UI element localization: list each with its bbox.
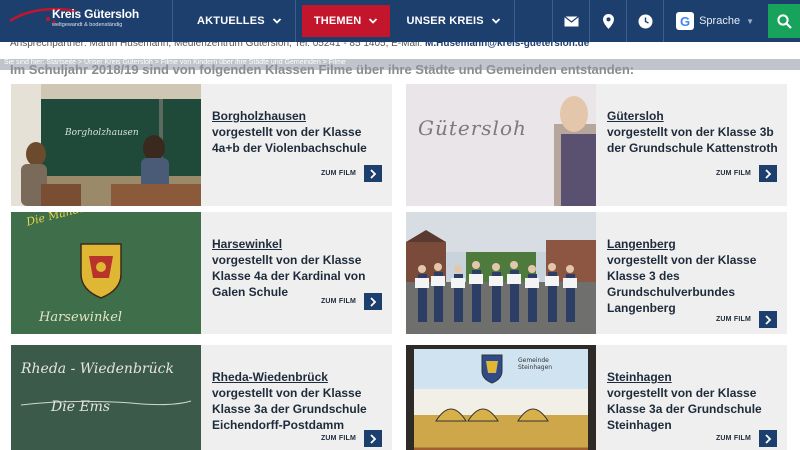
card-description: vorgestellt von der Klasse 4a+b der Viol… — [212, 125, 367, 155]
zum-film-link[interactable]: ZUM FILM — [321, 430, 382, 447]
card-title-link[interactable]: Rheda-Wiedenbrück — [212, 369, 384, 385]
opening-hours-button[interactable] — [626, 0, 663, 42]
search-button[interactable] — [768, 4, 800, 38]
card-title-link[interactable]: Gütersloh — [607, 108, 779, 124]
chevron-right-icon — [364, 430, 382, 447]
logo-title: Kreis Gütersloh — [52, 7, 140, 21]
card-body: Borgholzhausen vorgestellt von der Klass… — [212, 108, 384, 156]
film-card: Die Mähdrescherstadt Harsewinkel Harsewi… — [11, 212, 392, 334]
zum-film-label: ZUM FILM — [715, 316, 751, 323]
logo-subtitle: weltgewandt & bodenständig — [52, 22, 123, 28]
card-body: Rheda-Wiedenbrück vorgestellt von der Kl… — [212, 369, 384, 433]
chevron-right-icon — [364, 165, 382, 182]
nav-label: THEMEN — [313, 15, 362, 27]
language-selector[interactable]: G Sprache ▼ — [663, 0, 768, 42]
thumbnail-chalk-text: Borgholzhausen — [65, 128, 139, 138]
film-card: Rheda - Wiedenbrück Die Ems Rheda-Wieden… — [11, 345, 392, 450]
zum-film-label: ZUM FILM — [715, 435, 751, 442]
nav-label: UNSER KREIS — [406, 15, 484, 27]
film-card: Borgholzhausen Borgholzhausen vorgestell… — [11, 84, 392, 206]
zum-film-link[interactable]: ZUM FILM — [716, 165, 777, 182]
zum-film-label: ZUM FILM — [320, 435, 356, 442]
zum-film-link[interactable]: ZUM FILM — [321, 165, 382, 182]
film-thumbnail[interactable]: Die Mähdrescherstadt Harsewinkel — [11, 212, 201, 334]
film-card: Gütersloh Gütersloh vorgestellt von der … — [406, 84, 787, 206]
card-body: Langenberg vorgestellt von der Klasse Kl… — [607, 236, 779, 316]
film-thumbnail[interactable] — [406, 212, 596, 334]
clock-icon — [638, 14, 653, 28]
chevron-down-icon — [369, 18, 378, 24]
film-thumbnail[interactable]: Gütersloh — [406, 84, 596, 206]
page: Kreis Gütersloh weltgewandt & bodenständ… — [0, 0, 800, 450]
card-description: vorgestellt von der Klasse Klasse 3a der… — [212, 386, 367, 432]
chevron-down-icon — [272, 18, 281, 24]
location-button[interactable] — [589, 0, 626, 42]
card-title-link[interactable]: Borgholzhausen — [212, 108, 384, 124]
whiteboard-thumbnail-image — [406, 84, 596, 206]
language-label: Sprache — [699, 15, 741, 27]
chevron-right-icon — [759, 311, 777, 328]
zum-film-label: ZUM FILM — [320, 170, 356, 177]
location-pin-icon — [602, 13, 614, 29]
chevron-right-icon — [364, 293, 382, 310]
chevron-right-icon — [759, 430, 777, 447]
classroom-thumbnail-image — [11, 84, 201, 206]
google-icon: G — [676, 12, 695, 30]
chevron-down-icon — [491, 18, 500, 24]
card-title-link[interactable]: Harsewinkel — [212, 236, 384, 252]
film-thumbnail[interactable]: Gemeinde Steinhagen — [406, 345, 596, 450]
nav-item-aktuelles[interactable]: AKTUELLES — [173, 0, 296, 42]
nav-item-unser-kreis[interactable]: UNSER KREIS — [396, 0, 515, 42]
contact-button[interactable] — [552, 0, 589, 42]
main-nav: AKTUELLES THEMEN UNSER KREIS — [172, 0, 515, 42]
nav-label: AKTUELLES — [197, 15, 265, 27]
film-card: Gemeinde Steinhagen Steinhagen vorgestel… — [406, 345, 787, 450]
caret-down-icon: ▼ — [746, 16, 754, 26]
zum-film-link[interactable]: ZUM FILM — [716, 311, 777, 328]
zum-film-label: ZUM FILM — [320, 298, 356, 305]
film-thumbnail[interactable]: Rheda - Wiedenbrück Die Ems — [11, 345, 201, 450]
film-card: Langenberg vorgestellt von der Klasse Kl… — [406, 212, 787, 334]
group-photo-thumbnail-image — [406, 212, 596, 334]
card-body: Steinhagen vorgestellt von der Klasse Kl… — [607, 369, 779, 433]
thumbnail-chalk-text-2: Die Ems — [51, 399, 111, 415]
zum-film-label: ZUM FILM — [715, 170, 751, 177]
card-description: vorgestellt von der Klasse 3b der Grunds… — [607, 125, 778, 155]
card-description: vorgestellt von der Klasse Klasse 3 des … — [607, 253, 757, 315]
search-icon — [776, 13, 792, 29]
thumbnail-board-text: Gütersloh — [418, 116, 527, 140]
thumbnail-drawing-text: Gemeinde Steinhagen — [518, 357, 553, 371]
card-description: vorgestellt von der Klasse Klasse 3a der… — [607, 386, 762, 432]
card-body: Harsewinkel vorgestellt von der Klasse K… — [212, 236, 384, 300]
site-logo[interactable]: Kreis Gütersloh weltgewandt & bodenständ… — [0, 0, 172, 42]
breadcrumb[interactable]: Sie sind hier: Startseite > Unser Kreis … — [0, 59, 800, 70]
card-title-link[interactable]: Langenberg — [607, 236, 779, 252]
card-body: Gütersloh vorgestellt von der Klasse 3b … — [607, 108, 779, 156]
envelope-icon — [563, 15, 579, 26]
thumbnail-chalk-text: Rheda - Wiedenbrück — [21, 361, 174, 377]
card-title-link[interactable]: Steinhagen — [607, 369, 779, 385]
zum-film-link[interactable]: ZUM FILM — [321, 293, 382, 310]
chevron-right-icon — [759, 165, 777, 182]
thumbnail-chalk-text-2: Harsewinkel — [39, 310, 123, 325]
zum-film-link[interactable]: ZUM FILM — [716, 430, 777, 447]
site-header: Kreis Gütersloh weltgewandt & bodenständ… — [0, 0, 800, 42]
film-thumbnail[interactable]: Borgholzhausen — [11, 84, 201, 206]
nav-item-themen[interactable]: THEMEN — [301, 5, 391, 37]
